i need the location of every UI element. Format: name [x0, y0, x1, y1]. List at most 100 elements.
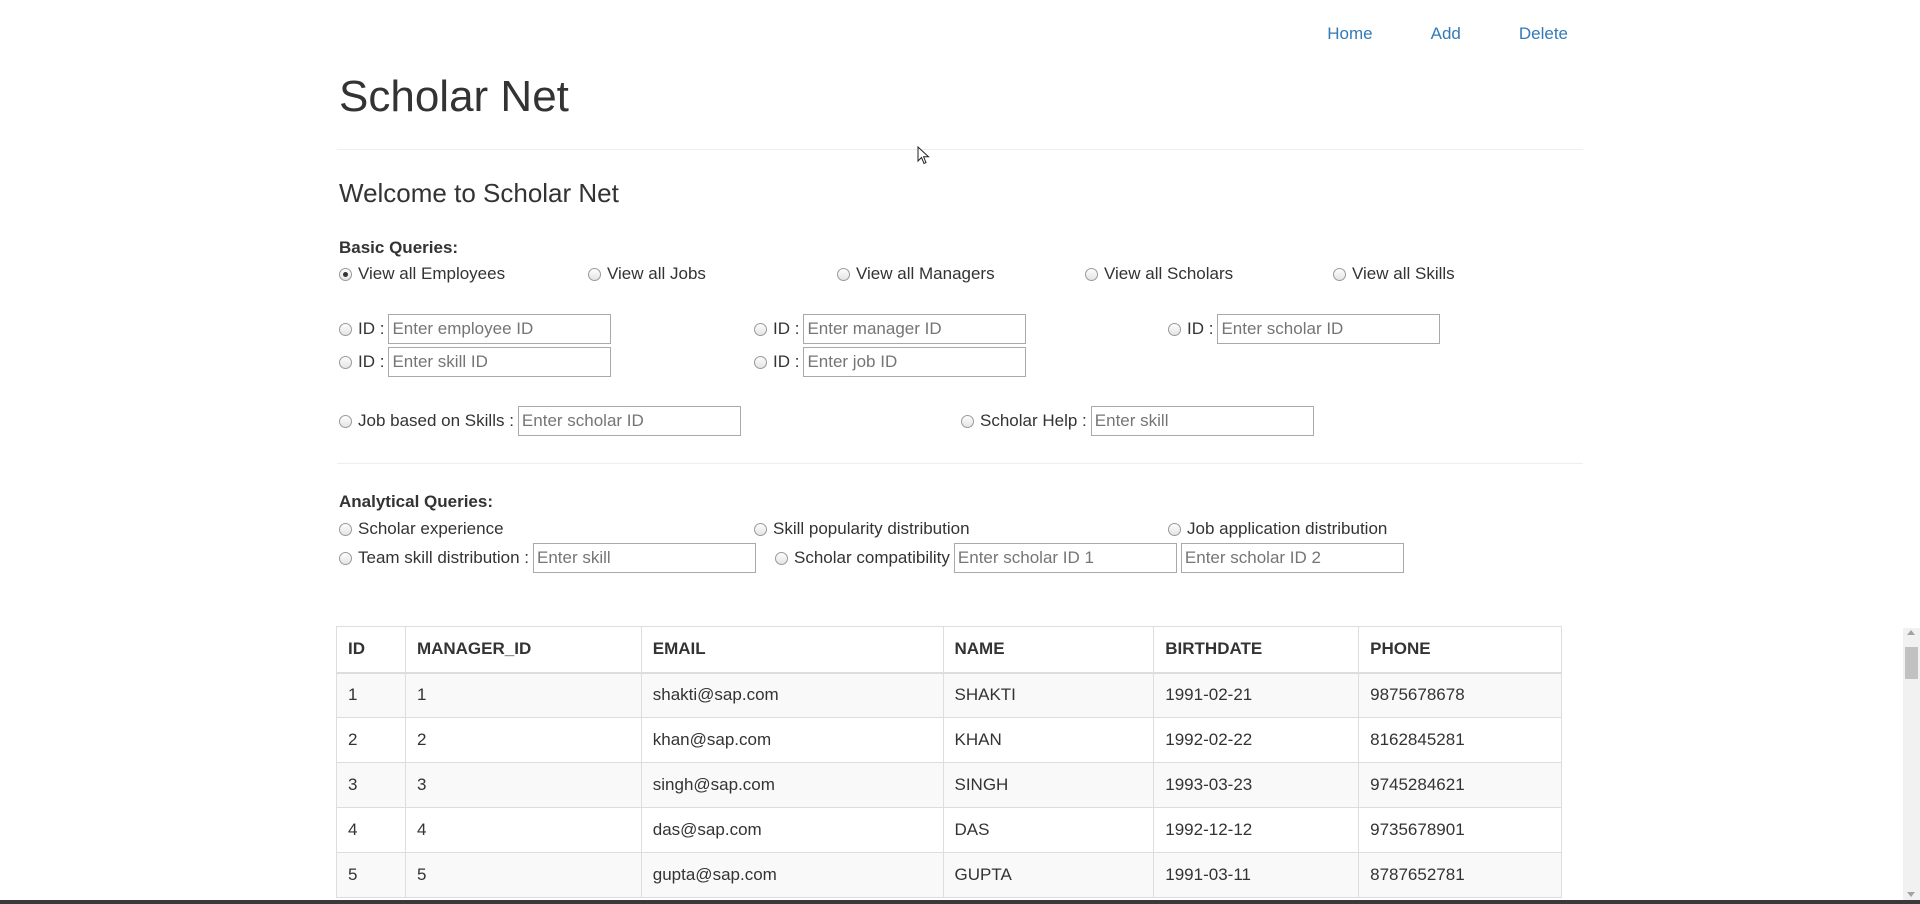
nav-add-link[interactable]: Add — [1431, 24, 1461, 44]
cell-email: shakti@sap.com — [640, 672, 944, 718]
analytical-queries-label: Analytical Queries: — [339, 492, 494, 511]
skill-popularity-label: Skill popularity distribution — [773, 519, 970, 538]
view-managers-radio[interactable] — [837, 267, 850, 281]
header-divider — [337, 149, 1583, 150]
cell-name: SHAKTI — [942, 672, 1155, 718]
skill-popularity-option[interactable]: Skill popularity distribution — [754, 519, 970, 539]
view-scholars-radio[interactable] — [1085, 267, 1098, 281]
view-scholars-label: View all Scholars — [1104, 264, 1234, 283]
cell-id: 1 — [336, 672, 406, 718]
cell-birthdate: 1992-02-22 — [1153, 717, 1360, 763]
view-managers-option[interactable]: View all Managers — [837, 264, 995, 284]
page-title: Scholar Net — [339, 72, 569, 121]
view-scholars-option[interactable]: View all Scholars — [1085, 264, 1233, 284]
column-header: EMAIL — [640, 626, 944, 674]
scholar-help-input[interactable] — [1090, 406, 1314, 436]
scholar-help-radio[interactable] — [961, 414, 974, 428]
column-header: ID — [336, 626, 406, 674]
view-employees-option[interactable]: View all Employees — [339, 264, 505, 284]
cell-email: khan@sap.com — [640, 717, 944, 763]
skill-id-radio[interactable] — [339, 355, 352, 369]
employee-id-radio[interactable] — [339, 322, 352, 336]
view-jobs-radio[interactable] — [588, 267, 601, 281]
view-jobs-label: View all Jobs — [607, 264, 706, 283]
view-employees-radio[interactable] — [339, 267, 352, 281]
job-skills-input[interactable] — [517, 406, 741, 436]
job-skills-radio[interactable] — [339, 414, 352, 428]
cell-phone: 8162845281 — [1358, 717, 1562, 763]
cell-manager-id: 3 — [404, 762, 642, 808]
cell-id: 3 — [336, 762, 406, 808]
cell-birthdate: 1992-12-12 — [1153, 807, 1360, 853]
cell-name: DAS — [942, 807, 1155, 853]
cell-name: SINGH — [942, 762, 1155, 808]
column-header: MANAGER_ID — [404, 626, 642, 674]
scholar-id-2-input[interactable] — [1180, 543, 1404, 573]
scholar-compatibility-radio[interactable] — [775, 551, 788, 565]
id-label: ID : — [773, 319, 800, 338]
skill-popularity-radio[interactable] — [754, 522, 767, 536]
page-scrollbar[interactable] — [1903, 628, 1920, 900]
manager-id-query: ID : — [754, 314, 1027, 344]
column-header: BIRTHDATE — [1153, 626, 1360, 674]
cell-birthdate: 1991-03-11 — [1153, 852, 1360, 898]
scholar-experience-option[interactable]: Scholar experience — [339, 519, 504, 539]
team-skill-input[interactable] — [533, 543, 757, 573]
mouse-cursor-icon — [917, 146, 930, 165]
view-jobs-option[interactable]: View all Jobs — [588, 264, 706, 284]
view-skills-radio[interactable] — [1333, 267, 1346, 281]
skill-id-input[interactable] — [388, 347, 612, 377]
cell-name: KHAN — [942, 717, 1155, 763]
results-table: ID MANAGER_ID EMAIL NAME BIRTHDATE PHONE… — [336, 626, 1562, 898]
job-skills-label: Job based on Skills : — [358, 411, 514, 430]
window-bottom-edge — [0, 900, 1920, 904]
view-skills-label: View all Skills — [1352, 264, 1455, 283]
cell-id: 4 — [336, 807, 406, 853]
scroll-down-arrow-icon[interactable] — [1907, 892, 1915, 897]
job-application-radio[interactable] — [1168, 522, 1181, 536]
table-row: 2 2 khan@sap.com KHAN 1992-02-22 8162845… — [336, 717, 1562, 763]
cell-id: 2 — [336, 717, 406, 763]
scholar-id-radio[interactable] — [1168, 322, 1181, 336]
scholar-id-1-input[interactable] — [953, 543, 1177, 573]
column-header: NAME — [942, 626, 1155, 674]
cell-manager-id: 2 — [404, 717, 642, 763]
manager-id-radio[interactable] — [754, 322, 767, 336]
table-row: 4 4 das@sap.com DAS 1992-12-12 973567890… — [336, 807, 1562, 853]
cell-phone: 9745284621 — [1358, 762, 1562, 808]
cell-phone: 9875678678 — [1358, 672, 1562, 718]
id-label: ID : — [1187, 319, 1214, 338]
section-divider — [337, 463, 1583, 464]
cell-name: GUPTA — [942, 852, 1155, 898]
job-id-radio[interactable] — [754, 355, 767, 369]
job-application-option[interactable]: Job application distribution — [1168, 519, 1387, 539]
employee-id-input[interactable] — [388, 314, 612, 344]
scholar-experience-label: Scholar experience — [358, 519, 504, 538]
cell-manager-id: 4 — [404, 807, 642, 853]
view-skills-option[interactable]: View all Skills — [1333, 264, 1455, 284]
browser-viewport: Home Add Delete Scholar Net Welcome to S… — [0, 0, 1920, 900]
cell-birthdate: 1993-03-23 — [1153, 762, 1360, 808]
job-id-input[interactable] — [803, 347, 1027, 377]
table-header-row: ID MANAGER_ID EMAIL NAME BIRTHDATE PHONE — [336, 626, 1562, 674]
cell-phone: 9735678901 — [1358, 807, 1562, 853]
nav-home-link[interactable]: Home — [1327, 24, 1372, 44]
job-id-query: ID : — [754, 347, 1027, 377]
table-row: 5 5 gupta@sap.com GUPTA 1991-03-11 87876… — [336, 852, 1562, 898]
scroll-up-arrow-icon[interactable] — [1907, 630, 1915, 635]
cell-email: singh@sap.com — [640, 762, 944, 808]
cell-phone: 8787652781 — [1358, 852, 1562, 898]
scholar-id-input[interactable] — [1217, 314, 1441, 344]
job-skills-query: Job based on Skills : — [339, 406, 741, 436]
job-application-label: Job application distribution — [1187, 519, 1388, 538]
manager-id-input[interactable] — [803, 314, 1027, 344]
column-header: PHONE — [1358, 626, 1562, 674]
nav-delete-link[interactable]: Delete — [1519, 24, 1568, 44]
cell-email: das@sap.com — [640, 807, 944, 853]
scrollbar-thumb[interactable] — [1905, 647, 1918, 679]
team-skill-query: Team skill distribution : — [339, 543, 757, 573]
scholar-experience-radio[interactable] — [339, 522, 352, 536]
view-employees-label: View all Employees — [358, 264, 506, 283]
table-row: 1 1 shakti@sap.com SHAKTI 1991-02-21 987… — [336, 672, 1562, 718]
team-skill-radio[interactable] — [339, 551, 352, 565]
